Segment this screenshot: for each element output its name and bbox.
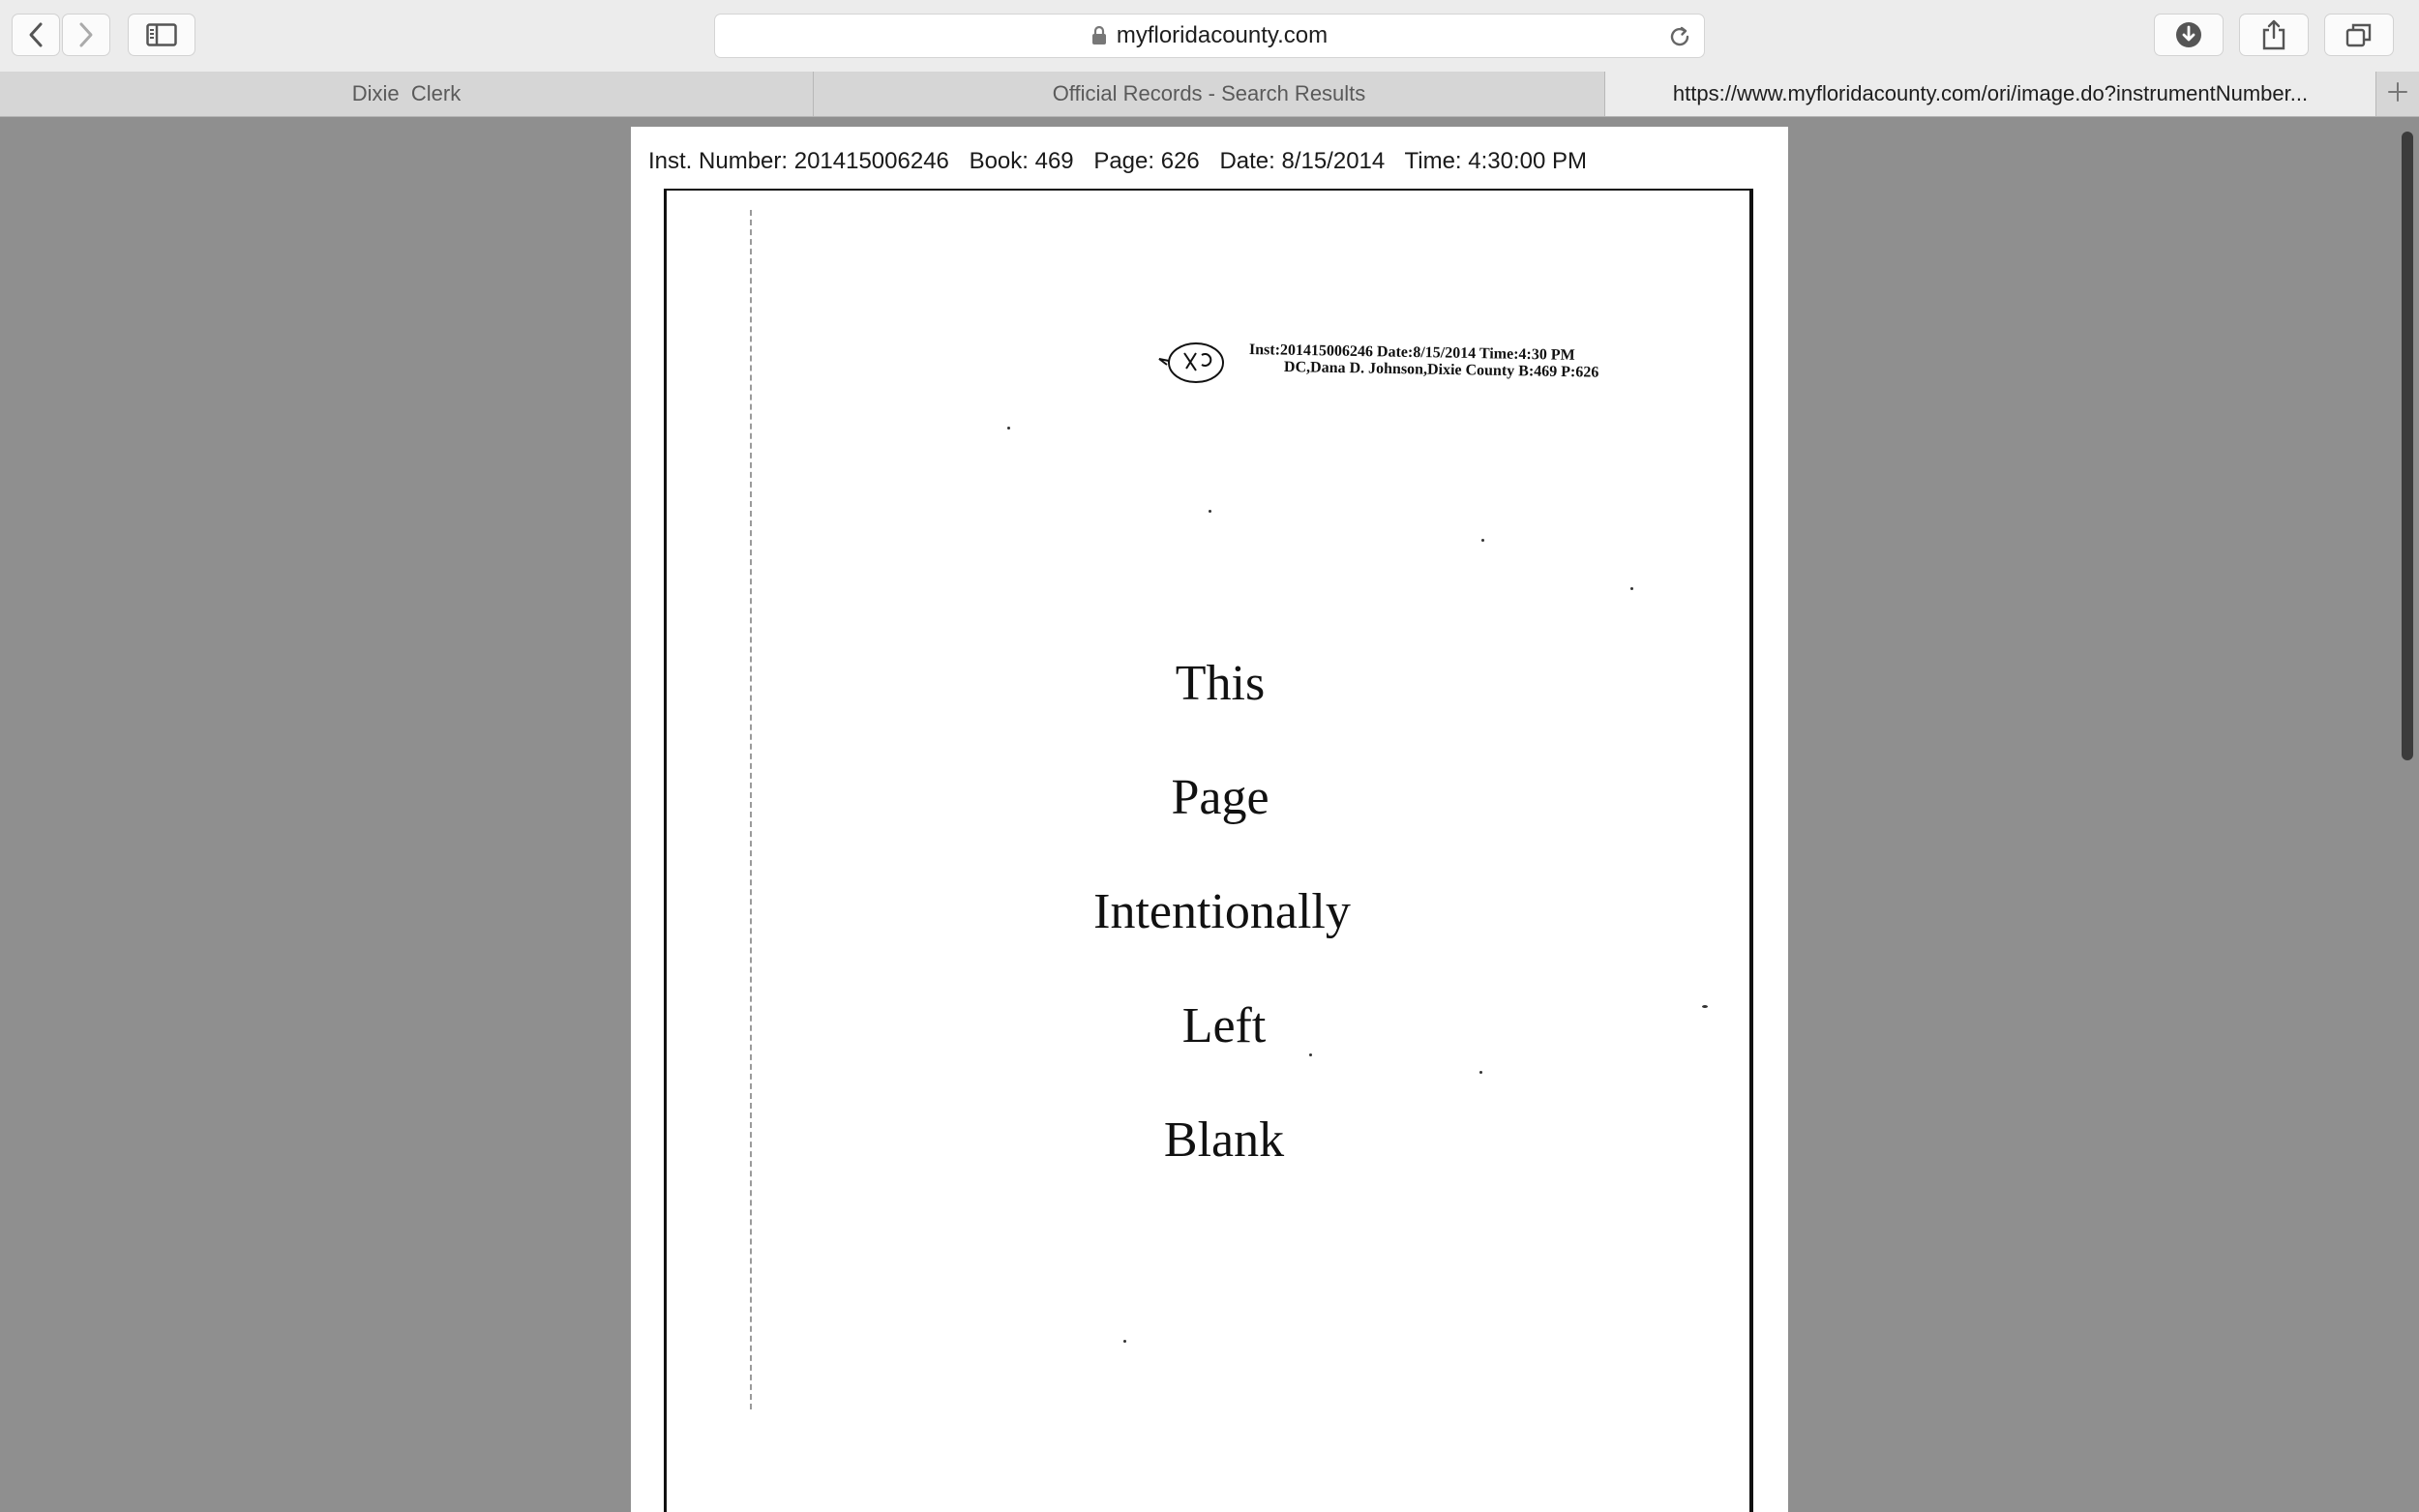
address-bar[interactable]: myfloridacounty.com bbox=[714, 14, 1705, 58]
blank-word-blank: Blank bbox=[1163, 1112, 1285, 1168]
back-button[interactable] bbox=[12, 14, 60, 56]
chevron-left-icon bbox=[27, 21, 45, 48]
tab-label: https://www.myfloridacounty.com/ori/imag… bbox=[1672, 81, 2309, 105]
plus-icon bbox=[2387, 81, 2408, 107]
tab-overview-button[interactable] bbox=[2324, 14, 2394, 56]
forward-button[interactable] bbox=[62, 14, 110, 56]
tab-bar: Dixie Clerk Official Records - Search Re… bbox=[0, 72, 2419, 117]
tab-official-records[interactable]: Official Records - Search Results bbox=[814, 72, 1605, 116]
record-date: Date: 8/15/2014 bbox=[1219, 148, 1386, 174]
scan-speck bbox=[1481, 539, 1484, 542]
scanned-document-image: Inst:201415006246 Date:8/15/2014 Time:4:… bbox=[664, 189, 1753, 1512]
tab-label: Dixie Clerk bbox=[351, 81, 462, 105]
scrollbar-thumb[interactable] bbox=[2402, 132, 2413, 760]
share-button[interactable] bbox=[2239, 14, 2309, 56]
document-header: Inst. Number: 201415006246 Book: 469 Pag… bbox=[648, 148, 1600, 175]
page-viewport: Inst. Number: 201415006246 Book: 469 Pag… bbox=[0, 117, 2419, 1512]
address-text: myfloridacounty.com bbox=[1116, 22, 1329, 48]
scan-speck bbox=[1479, 1071, 1482, 1074]
scan-speck bbox=[1630, 587, 1633, 590]
recording-stamp: Inst:201415006246 Date:8/15/2014 Time:4:… bbox=[1209, 341, 1673, 381]
scan-speck bbox=[1007, 427, 1010, 430]
sidebar-button[interactable] bbox=[128, 14, 195, 56]
tab-label: Official Records - Search Results bbox=[1052, 81, 1366, 105]
blank-word-page: Page bbox=[1171, 770, 1269, 825]
lock-icon bbox=[1091, 26, 1107, 45]
page-number: Page: 626 bbox=[1093, 148, 1200, 174]
new-tab-button[interactable] bbox=[2376, 72, 2419, 116]
sidebar-icon bbox=[146, 23, 177, 46]
browser-toolbar: myfloridacounty.com bbox=[0, 0, 2419, 73]
scan-speck bbox=[1309, 1053, 1312, 1056]
scan-speck bbox=[1209, 510, 1211, 513]
scan-speck bbox=[1123, 1340, 1126, 1343]
document-page: Inst. Number: 201415006246 Book: 469 Pag… bbox=[631, 127, 1788, 1512]
download-icon bbox=[2174, 20, 2203, 49]
blank-word-intentionally: Intentionally bbox=[1093, 884, 1351, 939]
book-number: Book: 469 bbox=[969, 148, 1074, 174]
downloads-button[interactable] bbox=[2154, 14, 2224, 56]
blank-word-this: This bbox=[1175, 656, 1266, 711]
blank-word-left: Left bbox=[1181, 998, 1267, 1053]
reload-icon[interactable] bbox=[1667, 24, 1692, 54]
tab-image-viewer[interactable]: https://www.myfloridacounty.com/ori/imag… bbox=[1605, 72, 2376, 116]
tab-dixie-clerk[interactable]: Dixie Clerk bbox=[0, 72, 814, 116]
share-icon bbox=[2261, 19, 2286, 50]
scan-artifact-line bbox=[750, 210, 752, 1409]
record-time: Time: 4:30:00 PM bbox=[1404, 148, 1588, 174]
scan-speck bbox=[1702, 1005, 1708, 1008]
chevron-right-icon bbox=[77, 21, 95, 48]
tab-overview-icon bbox=[2345, 22, 2373, 47]
inst-number: Inst. Number: 201415006246 bbox=[648, 148, 949, 174]
